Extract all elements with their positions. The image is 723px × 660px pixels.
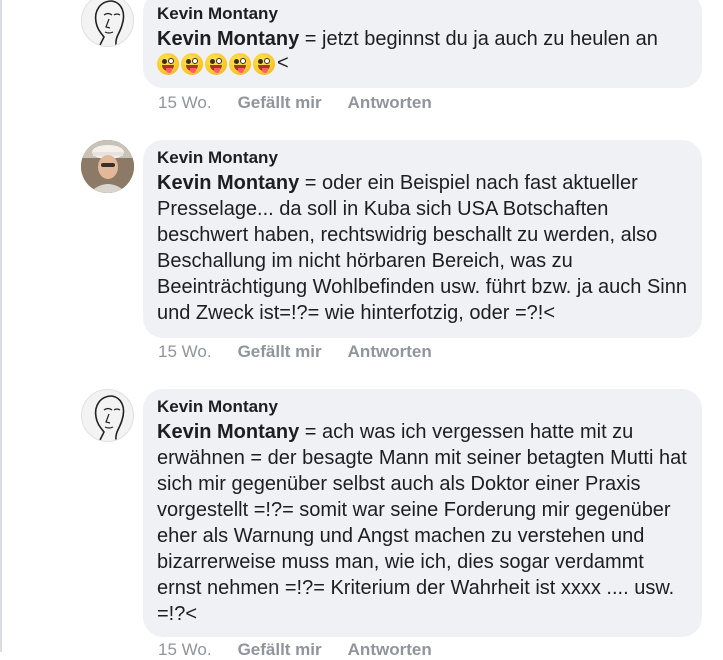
crazy-face-emoji-icon bbox=[253, 52, 275, 75]
comment-body: = ach was ich vergessen hatte mit zu erw… bbox=[157, 421, 687, 625]
sketch-face-icon[interactable] bbox=[81, 0, 134, 47]
comment-body: = jetzt beginnst du ja auch zu heulen an bbox=[299, 28, 658, 50]
crazy-face-emoji-icon bbox=[157, 52, 179, 75]
crazy-face-emoji-icon bbox=[229, 52, 251, 75]
author-name[interactable]: Kevin Montany bbox=[157, 148, 688, 168]
like-button[interactable]: Gefällt mir bbox=[238, 93, 322, 113]
author-name[interactable]: Kevin Montany bbox=[157, 4, 688, 24]
reply-button[interactable]: Antworten bbox=[348, 93, 432, 113]
comment-actions: 15 Wo. Gefällt mir Antworten bbox=[158, 93, 432, 113]
comment-bubble: Kevin Montany Kevin Montany = oder ein B… bbox=[143, 140, 702, 338]
trailing-text: < bbox=[277, 52, 289, 74]
comment-text: Kevin Montany = jetzt beginnst du ja auc… bbox=[157, 26, 688, 52]
mention-link[interactable]: Kevin Montany bbox=[157, 421, 299, 443]
comment-body: = oder ein Beispiel nach fast aktueller … bbox=[157, 172, 687, 324]
comment-bubble: Kevin Montany Kevin Montany = jetzt begi… bbox=[143, 0, 702, 88]
comment-text: Kevin Montany = ach was ich vergessen ha… bbox=[157, 419, 688, 627]
crazy-face-emoji-icon bbox=[205, 52, 227, 75]
mention-link[interactable]: Kevin Montany bbox=[157, 172, 299, 194]
comment-actions: 15 Wo. Gefällt mir Antworten bbox=[158, 342, 432, 362]
sketch-face-icon[interactable] bbox=[81, 389, 134, 442]
timestamp[interactable]: 15 Wo. bbox=[158, 640, 212, 660]
thread-rail bbox=[0, 0, 2, 652]
emoji-row: < bbox=[157, 52, 688, 75]
like-button[interactable]: Gefällt mir bbox=[238, 640, 322, 660]
mention-link[interactable]: Kevin Montany bbox=[157, 28, 299, 50]
author-name[interactable]: Kevin Montany bbox=[157, 397, 688, 417]
crazy-face-emoji-icon bbox=[181, 52, 203, 75]
comment-actions: 15 Wo. Gefällt mir Antworten bbox=[158, 640, 432, 660]
timestamp[interactable]: 15 Wo. bbox=[158, 342, 212, 362]
reply-button[interactable]: Antworten bbox=[348, 640, 432, 660]
comment-bubble: Kevin Montany Kevin Montany = ach was ic… bbox=[143, 389, 702, 637]
reply-button[interactable]: Antworten bbox=[348, 342, 432, 362]
like-button[interactable]: Gefällt mir bbox=[238, 342, 322, 362]
profile-photo-avatar[interactable] bbox=[81, 140, 134, 193]
comment-text: Kevin Montany = oder ein Beispiel nach f… bbox=[157, 170, 688, 326]
timestamp[interactable]: 15 Wo. bbox=[158, 93, 212, 113]
